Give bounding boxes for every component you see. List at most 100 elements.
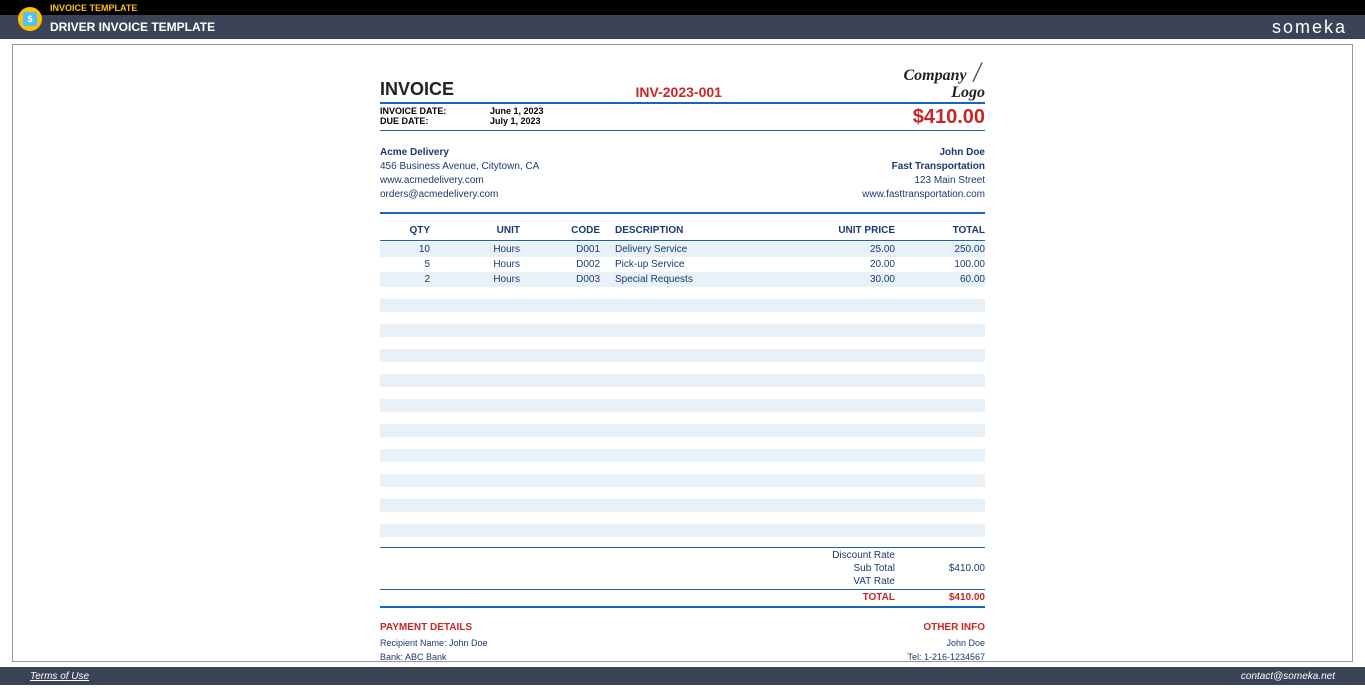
app-icon: $ xyxy=(18,7,42,31)
from-email: orders@acmedelivery.com xyxy=(380,188,539,202)
cell-desc: Pick-up Service xyxy=(610,259,790,270)
invoice-top-row: INVOICE INV-2023-001 Company⟋ Logo xyxy=(380,60,985,100)
col-unit: UNIT xyxy=(440,225,530,236)
total-value: $410.00 xyxy=(895,592,985,603)
invoice-date-value: June 1, 2023 xyxy=(490,106,544,116)
vat-value xyxy=(895,576,985,587)
invoice-date-label: INVOICE DATE: xyxy=(380,106,490,116)
summary-total-row: TOTAL$410.00 xyxy=(380,591,985,604)
line-items-table: QTY UNIT CODE DESCRIPTION UNIT PRICE TOT… xyxy=(380,222,985,287)
empty-row xyxy=(380,399,985,412)
app-icon-inner: $ xyxy=(23,12,37,26)
col-total: TOTAL xyxy=(895,225,985,236)
total-amount-header: $410.00 xyxy=(913,106,985,129)
contact-email: contact@someka.net xyxy=(1241,671,1335,682)
cell-total: 100.00 xyxy=(895,259,985,270)
cell-code: D003 xyxy=(530,274,610,285)
cell-uprice: 25.00 xyxy=(790,244,895,255)
divider xyxy=(380,589,985,590)
to-web: www.fasttransportation.com xyxy=(862,188,985,202)
other-tel: Tel: 1-216-1234567 xyxy=(872,651,985,662)
cell-desc: Delivery Service xyxy=(610,244,790,255)
terms-link[interactable]: Terms of Use xyxy=(30,671,89,682)
discount-value xyxy=(895,550,985,561)
discount-label: Discount Rate xyxy=(785,550,895,561)
vat-label: VAT Rate xyxy=(785,576,895,587)
col-qty: QTY xyxy=(380,225,440,236)
cell-unit: Hours xyxy=(440,244,530,255)
header-title: DRIVER INVOICE TEMPLATE xyxy=(50,20,215,34)
other-info: OTHER INFO John Doe Tel: 1-216-1234567 F… xyxy=(872,620,985,662)
main-area: INVOICE INV-2023-001 Company⟋ Logo INVOI… xyxy=(0,39,1365,667)
cell-qty: 2 xyxy=(380,274,440,285)
cell-uprice: 20.00 xyxy=(790,259,895,270)
top-bar: INVOICE TEMPLATE xyxy=(0,0,1365,15)
dates-block: INVOICE DATE:June 1, 2023 DUE DATE:July … xyxy=(380,106,544,129)
topbar-label: INVOICE TEMPLATE xyxy=(50,3,137,13)
empty-row xyxy=(380,424,985,437)
cell-code: D002 xyxy=(530,259,610,270)
payment-title: PAYMENT DETAILS xyxy=(380,620,536,635)
parties-block: Acme Delivery 456 Business Avenue, Cityt… xyxy=(380,146,985,202)
from-web: www.acmedelivery.com xyxy=(380,174,539,188)
from-party: Acme Delivery 456 Business Avenue, Cityt… xyxy=(380,146,539,202)
table-row: 5 Hours D002 Pick-up Service 20.00 100.0… xyxy=(380,257,985,272)
cell-code: D001 xyxy=(530,244,610,255)
divider xyxy=(380,212,985,214)
invoice-number: INV-2023-001 xyxy=(636,84,722,100)
empty-row xyxy=(380,349,985,362)
cell-desc: Special Requests xyxy=(610,274,790,285)
from-name: Acme Delivery xyxy=(380,146,539,160)
divider xyxy=(380,240,985,241)
cell-total: 60.00 xyxy=(895,274,985,285)
document-frame: INVOICE INV-2023-001 Company⟋ Logo INVOI… xyxy=(12,44,1353,662)
payment-bank: Bank: ABC Bank xyxy=(380,651,536,662)
payment-recipient: Recipient Name: John Doe xyxy=(380,637,536,651)
to-name: John Doe xyxy=(862,146,985,160)
cell-qty: 10 xyxy=(380,244,440,255)
cell-qty: 5 xyxy=(380,259,440,270)
empty-row xyxy=(380,374,985,387)
empty-row xyxy=(380,499,985,512)
summary-row: Discount Rate xyxy=(380,549,985,562)
invoice-document: INVOICE INV-2023-001 Company⟋ Logo INVOI… xyxy=(380,60,985,646)
table-row: 10 Hours D001 Delivery Service 25.00 250… xyxy=(380,242,985,257)
to-company: Fast Transportation xyxy=(862,160,985,174)
subtotal-label: Sub Total xyxy=(785,563,895,574)
subtotal-value: $410.00 xyxy=(895,563,985,574)
summary-row: VAT Rate xyxy=(380,575,985,588)
empty-row xyxy=(380,299,985,312)
details-block: PAYMENT DETAILS Recipient Name: John Doe… xyxy=(380,620,985,662)
header-bar: $ DRIVER INVOICE TEMPLATE someka xyxy=(0,15,1365,39)
divider xyxy=(380,130,985,131)
brand-logo: someka xyxy=(1272,17,1347,38)
table-row: 2 Hours D003 Special Requests 30.00 60.0… xyxy=(380,272,985,287)
col-uprice: UNIT PRICE xyxy=(790,225,895,236)
divider xyxy=(380,547,985,548)
to-party: John Doe Fast Transportation 123 Main St… xyxy=(862,146,985,202)
total-label: TOTAL xyxy=(785,592,895,603)
dates-amount-row: INVOICE DATE:June 1, 2023 DUE DATE:July … xyxy=(380,106,985,129)
logo-text-2: Logo xyxy=(951,84,985,101)
cell-uprice: 30.00 xyxy=(790,274,895,285)
cell-unit: Hours xyxy=(440,274,530,285)
logo-text-1: Company xyxy=(903,67,966,84)
empty-row xyxy=(380,449,985,462)
from-address: 456 Business Avenue, Citytown, CA xyxy=(380,160,539,174)
empty-row xyxy=(380,324,985,337)
to-address: 123 Main Street xyxy=(862,174,985,188)
col-desc: DESCRIPTION xyxy=(610,225,790,236)
divider xyxy=(380,102,985,104)
col-code: CODE xyxy=(530,225,610,236)
empty-row xyxy=(380,474,985,487)
other-title: OTHER INFO xyxy=(872,620,985,635)
invoice-title: INVOICE xyxy=(380,79,454,100)
table-header: QTY UNIT CODE DESCRIPTION UNIT PRICE TOT… xyxy=(380,222,985,239)
cell-unit: Hours xyxy=(440,259,530,270)
cell-total: 250.00 xyxy=(895,244,985,255)
company-logo: Company⟋ Logo xyxy=(903,60,985,100)
due-date-value: July 1, 2023 xyxy=(490,116,541,126)
payment-details: PAYMENT DETAILS Recipient Name: John Doe… xyxy=(380,620,536,662)
due-date-label: DUE DATE: xyxy=(380,116,490,126)
footer-bar: Terms of Use contact@someka.net xyxy=(0,667,1365,685)
